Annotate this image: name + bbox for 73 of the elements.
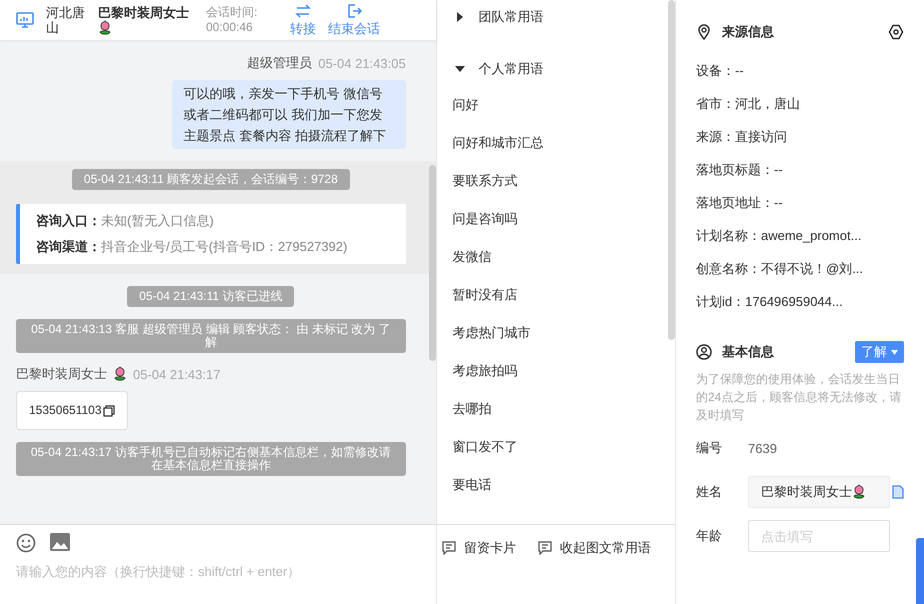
phrase-item[interactable]: 问好 [452, 86, 661, 124]
phrase-action-button[interactable]: 留资卡片 [442, 539, 516, 557]
system-notice: 05-04 21:43:11 访客已进线 [127, 286, 294, 307]
phone-number: 15350651103 [29, 402, 102, 419]
info-label: 咨询渠道： [36, 239, 101, 254]
field-value: 7639 [748, 440, 777, 456]
system-notice: 05-04 21:43:13 客服 超级管理员 编辑 顾客状态： 由 未标记 改为 了解 [16, 319, 406, 353]
info-value: 抖音企业号/员工号(抖音号ID：279527392) [101, 239, 348, 254]
phrase-action-button[interactable]: 收起图文常用语 [538, 539, 651, 557]
phrase-item[interactable]: 要联系方式 [452, 162, 661, 200]
smiley-icon [16, 533, 36, 553]
section-title: 来源信息 [722, 23, 774, 41]
phrase-item[interactable]: 暂时没有店 [452, 276, 661, 314]
info-note: 为了保障您的使用体验，会话发生当日的24点之后，顾客信息将无法修改，请及时填写 [696, 371, 902, 424]
source-field: 计划id：176496959044... [696, 285, 904, 318]
session-time-label: 会话时间: [206, 5, 258, 20]
source-field: 设备：-- [696, 54, 904, 87]
phrase-item[interactable]: 发微信 [452, 238, 661, 276]
monitor-icon [16, 12, 34, 28]
source-field: 计划名称：aweme_promot... [696, 219, 904, 252]
message-bubble: 可以的哦，亲发一下手机号 微信号或者二维码都可以 我们加一下您发主题景点 套餐内容 拍摄流程了解下 [172, 80, 406, 149]
phrase-item[interactable]: 窗口发不了 [452, 428, 661, 466]
source-field: 落地页地址：-- [696, 186, 904, 219]
name-field[interactable]: 巴黎时装周女士 [748, 476, 890, 508]
tulip-icon [852, 484, 866, 500]
message-time: 05-04 21:43:05 [318, 56, 406, 70]
field-label: 年龄 [696, 527, 723, 545]
field-label: 姓名 [696, 483, 723, 501]
transfer-icon [295, 2, 311, 18]
scrollbar-thumb[interactable] [668, 0, 675, 340]
source-field: 来源：直接访问 [696, 120, 904, 153]
phrase-item[interactable]: 要电话 [452, 466, 661, 504]
image-button[interactable] [50, 533, 70, 553]
document-icon [892, 485, 904, 499]
source-field: 省市：河北，唐山 [696, 87, 904, 120]
scrollbar-thumb[interactable] [428, 165, 436, 361]
phrase-item[interactable]: 问是咨询吗 [452, 200, 661, 238]
phrase-item[interactable]: 问好和城市汇总 [452, 124, 661, 162]
source-field: 创意名称：不得不说！@刘... [696, 252, 904, 285]
visitor-name-text: 巴黎时装周女士 [98, 4, 189, 20]
exit-icon [346, 2, 362, 18]
message-icon [538, 541, 552, 555]
caret-right-icon [454, 12, 465, 22]
phrase-group[interactable]: 团队常用语 [452, 0, 661, 34]
phrase-group[interactable]: 个人常用语 [452, 52, 661, 86]
section-title: 基本信息 [722, 343, 774, 361]
phrase-item[interactable]: 考虑旅拍吗 [452, 352, 661, 390]
source-field: 落地页标题：-- [696, 153, 904, 186]
phrase-item[interactable]: 考虑热门城市 [452, 314, 661, 352]
sender-name: 巴黎时装周女士 [16, 365, 107, 383]
settings-button[interactable] [888, 24, 904, 40]
field-label: 编号 [696, 439, 723, 457]
tulip-icon [113, 366, 127, 382]
message-icon [442, 541, 456, 555]
info-value: 未知(暂无入口信息) [101, 213, 214, 228]
sender-name: 超级管理员 [247, 54, 312, 72]
copy-button[interactable] [892, 485, 904, 499]
image-icon [50, 533, 70, 551]
copy-icon [102, 404, 115, 416]
message-time: 05-04 21:43:17 [133, 366, 220, 382]
emoji-button[interactable] [16, 533, 36, 553]
settings-icon [888, 24, 904, 40]
tulip-icon [98, 20, 112, 36]
caret-down-icon [454, 64, 465, 74]
caret-down-icon [891, 350, 898, 354]
location-pin-icon [696, 24, 712, 40]
system-notice: 05-04 21:43:11 顾客发起会话，会话编号：9728 [72, 169, 350, 190]
system-notice: 05-04 21:43:17 访客手机号已自动标记右侧基本信息栏，如需修改请在基本信息栏直接操作 [16, 442, 406, 476]
location-text: 河北唐山 [46, 5, 86, 35]
session-time: 00:00:46 [206, 20, 254, 35]
user-circle-icon [696, 344, 712, 360]
phrase-item[interactable]: 去哪拍 [452, 390, 661, 428]
info-label: 咨询入口： [36, 213, 101, 228]
